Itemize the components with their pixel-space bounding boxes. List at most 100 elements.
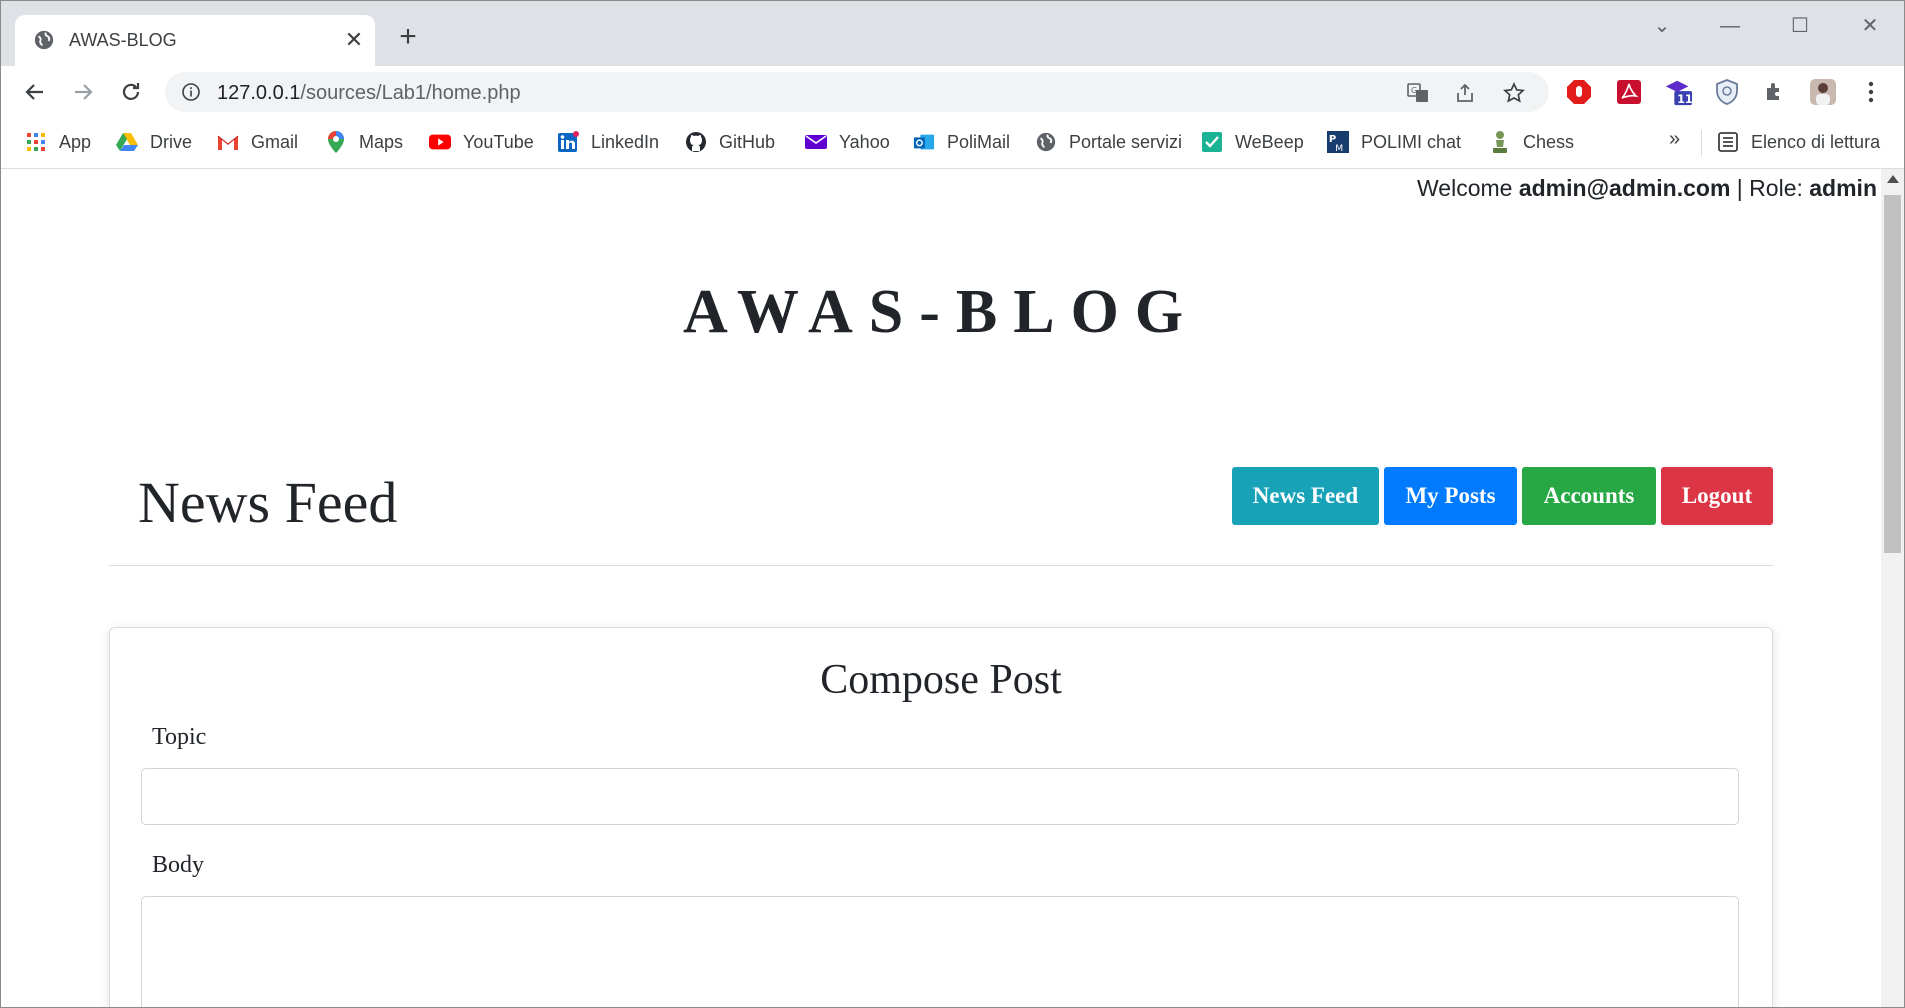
back-arrow-icon: [25, 84, 43, 100]
bookmark-label: PoliMail: [947, 131, 1011, 152]
minimize-button[interactable]: —: [1713, 11, 1747, 41]
maximize-button[interactable]: ☐: [1783, 11, 1817, 41]
bookmark-youtube[interactable]: YouTube: [429, 128, 534, 156]
gmail-icon: [217, 131, 239, 153]
bookmark-label: WeBeep: [1235, 131, 1304, 152]
bookmarks-bar: App Drive Gmail Maps YouTube LinkedIn Gi…: [1, 118, 1904, 169]
github-icon: [685, 131, 707, 153]
apps-grid-icon: [25, 131, 47, 153]
user-role: admin: [1809, 175, 1877, 201]
address-bar[interactable]: 127.0.0.1/sources/Lab1/home.php G: [165, 72, 1549, 112]
scrollbar-thumb[interactable]: [1884, 195, 1901, 553]
welcome-prefix: Welcome: [1417, 175, 1519, 201]
forward-button[interactable]: [67, 76, 99, 108]
bookmark-gmail[interactable]: Gmail: [217, 128, 298, 156]
browser-menu-icon[interactable]: [1857, 78, 1885, 106]
welcome-bar: Welcome admin@admin.com | Role: admin: [1417, 175, 1877, 202]
drive-icon: [116, 131, 138, 153]
bookmark-label: GitHub: [719, 131, 776, 152]
bookmark-polimail[interactable]: PoliMail: [913, 128, 1010, 156]
back-button[interactable]: [19, 76, 51, 108]
url-host: 127.0.0.1: [217, 82, 301, 104]
browser-window: AWAS-BLOG ✕ + ⌄ — ☐ ✕ 127.0.0.1/sources/…: [0, 0, 1905, 1008]
body-textarea[interactable]: [141, 896, 1739, 1007]
browser-toolbar: 127.0.0.1/sources/Lab1/home.php G 11: [1, 66, 1904, 118]
education-extension-icon[interactable]: 11: [1665, 78, 1693, 106]
translate-icon[interactable]: G: [1405, 80, 1431, 106]
bookmark-portale-servizi[interactable]: Portale servizi: [1035, 128, 1182, 156]
bookmarks-overflow-button[interactable]: »: [1669, 128, 1680, 151]
tab-active[interactable]: AWAS-BLOG ✕: [15, 15, 375, 66]
bookmark-linkedin[interactable]: LinkedIn: [557, 128, 659, 156]
bookmark-github[interactable]: GitHub: [685, 128, 775, 156]
reading-list-button[interactable]: Elenco di lettura: [1717, 128, 1880, 156]
user-email: admin@admin.com: [1518, 175, 1731, 201]
outlook-icon: [913, 131, 935, 153]
bookmark-label: App: [59, 131, 92, 152]
url-path: /sources/Lab1/home.php: [300, 82, 521, 104]
header-divider: [109, 565, 1773, 566]
accounts-button[interactable]: Accounts: [1522, 467, 1656, 525]
role-prefix: | Role:: [1730, 175, 1810, 201]
page-content: Welcome admin@admin.com | Role: admin AW…: [1, 169, 1881, 1007]
forward-arrow-icon: [75, 84, 93, 100]
bookmark-star-icon[interactable]: [1501, 80, 1527, 106]
bookmark-polimi-chat[interactable]: PM POLIMI chat: [1327, 128, 1461, 156]
topic-label: Topic: [152, 724, 207, 750]
bookmark-chess[interactable]: Chess: [1489, 128, 1574, 156]
bookmark-label: Maps: [359, 131, 404, 152]
bookmark-label: Yahoo: [839, 131, 890, 152]
site-title: AWAS-BLOG: [682, 278, 1200, 346]
logout-button[interactable]: Logout: [1661, 467, 1773, 525]
bookmark-label: Chess: [1523, 131, 1575, 152]
my-posts-button[interactable]: My Posts: [1384, 467, 1517, 525]
svg-text:G: G: [1411, 86, 1417, 95]
compose-post-card: Compose Post Topic Body: [109, 627, 1773, 1007]
bookmark-webeep[interactable]: WeBeep: [1201, 128, 1304, 156]
site-info-icon[interactable]: [181, 82, 201, 102]
page-title: News Feed: [138, 470, 398, 535]
bookmark-yahoo[interactable]: Yahoo: [805, 128, 890, 156]
page-scrollbar[interactable]: [1881, 169, 1904, 1007]
webeep-icon: [1201, 131, 1223, 153]
reading-list-label: Elenco di lettura: [1751, 131, 1881, 152]
topic-input[interactable]: [141, 768, 1739, 825]
globe-icon: [34, 30, 54, 50]
chess-pawn-icon: [1489, 131, 1511, 153]
shield-extension-icon[interactable]: [1713, 78, 1741, 106]
extension-badge: 11: [1677, 93, 1693, 106]
extensions-puzzle-icon[interactable]: [1761, 78, 1789, 106]
reload-icon: [122, 83, 140, 100]
bookmark-label: POLIMI chat: [1361, 131, 1462, 152]
globe-icon: [1035, 131, 1057, 153]
reload-button[interactable]: [115, 76, 147, 108]
maps-icon: [325, 131, 347, 153]
bookmark-label: YouTube: [463, 131, 534, 152]
bookmark-label: LinkedIn: [591, 131, 660, 152]
new-tab-button[interactable]: +: [393, 22, 423, 53]
adblock-extension-icon[interactable]: [1565, 78, 1593, 106]
bookmark-label: Gmail: [251, 131, 299, 152]
profile-avatar-icon[interactable]: [1809, 78, 1837, 106]
tab-strip: AWAS-BLOG ✕ + ⌄ — ☐ ✕: [1, 1, 1904, 66]
url-text[interactable]: 127.0.0.1/sources/Lab1/home.php: [217, 82, 521, 105]
reading-list-icon: [1717, 131, 1739, 153]
polimi-icon: PM: [1327, 131, 1349, 154]
bookmark-drive[interactable]: Drive: [116, 128, 192, 156]
pdf-extension-icon[interactable]: [1615, 78, 1643, 106]
bookmarks-divider: [1701, 130, 1702, 156]
youtube-icon: [429, 131, 451, 153]
linkedin-icon: [557, 131, 579, 153]
tab-search-icon[interactable]: ⌄: [1645, 11, 1679, 41]
bookmark-maps[interactable]: Maps: [325, 128, 403, 156]
bookmark-label: Portale servizi: [1069, 131, 1183, 152]
share-icon[interactable]: [1453, 80, 1479, 106]
tab-close-icon[interactable]: ✕: [341, 27, 367, 53]
scroll-up-icon[interactable]: [1887, 175, 1899, 183]
close-window-button[interactable]: ✕: [1853, 11, 1887, 41]
news-feed-button[interactable]: News Feed: [1232, 467, 1379, 525]
compose-heading: Compose Post: [820, 657, 1062, 703]
bookmark-app[interactable]: App: [25, 128, 91, 156]
bookmark-label: Drive: [150, 131, 193, 152]
svg-text:M: M: [1335, 143, 1343, 154]
